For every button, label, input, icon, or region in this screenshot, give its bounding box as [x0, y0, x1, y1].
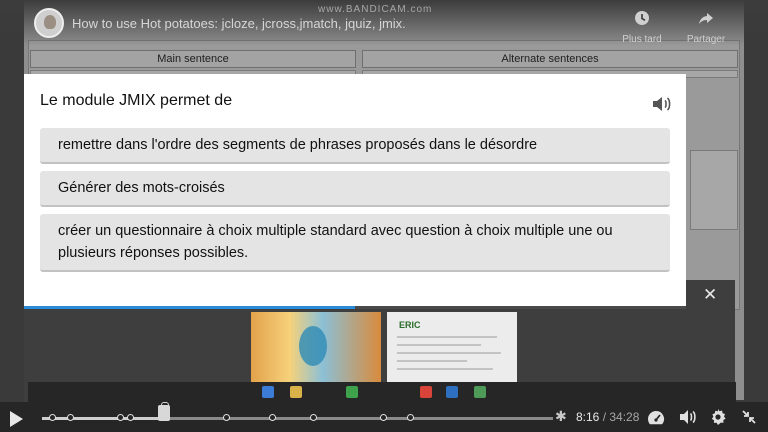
- answer-option[interactable]: Générer des mots-croisés: [40, 171, 670, 207]
- play-icon[interactable]: [10, 411, 23, 427]
- share-label: Partager: [686, 34, 726, 45]
- channel-avatar[interactable]: [34, 8, 64, 38]
- time-separator: /: [599, 410, 610, 424]
- close-icon[interactable]: ✕: [703, 286, 717, 303]
- taskbar-app-icon: [346, 386, 358, 398]
- speaker-icon[interactable]: [652, 95, 672, 113]
- alternate-sentences-header: Alternate sentences: [362, 50, 738, 68]
- time-display: 8:16 / 34:28: [576, 410, 639, 424]
- chapter-marker[interactable]: [223, 414, 231, 421]
- current-time: 8:16: [576, 410, 600, 424]
- bandicam-watermark: www.BANDICAM.com: [318, 4, 433, 15]
- chapter-marker[interactable]: [116, 414, 124, 421]
- speed-icon[interactable]: [647, 409, 665, 425]
- taskbar-app-icon: [420, 386, 432, 398]
- side-panel: [690, 150, 738, 230]
- quiz-progress-bar: [24, 306, 686, 309]
- related-video-thumbnail[interactable]: [387, 312, 517, 384]
- chapter-marker[interactable]: [407, 414, 415, 421]
- watch-later-button[interactable]: Plus tard: [612, 10, 672, 45]
- watch-later-label: Plus tard: [622, 34, 662, 45]
- share-button[interactable]: Partager: [676, 10, 736, 45]
- quiz-progress-fill: [24, 306, 355, 309]
- sparkle-icon[interactable]: ✱: [555, 408, 567, 425]
- taskbar-app-icon: [262, 386, 274, 398]
- taskbar-app-icon: [446, 386, 458, 398]
- volume-icon[interactable]: [679, 409, 697, 425]
- chapter-marker[interactable]: [269, 414, 277, 421]
- seek-played: [42, 417, 165, 420]
- seek-bar[interactable]: [42, 414, 553, 421]
- bag-icon[interactable]: [158, 402, 170, 421]
- share-icon: [676, 10, 736, 31]
- clock-icon: [612, 10, 672, 31]
- taskbar-app-icon: [290, 386, 302, 398]
- gear-icon[interactable]: [710, 409, 728, 425]
- quiz-card: Le module JMIX permet de remettre dans l…: [24, 74, 686, 309]
- answer-option[interactable]: remettre dans l'ordre des segments de ph…: [40, 128, 670, 164]
- fullscreen-icon[interactable]: [741, 409, 759, 425]
- taskbar-app-icon: [474, 386, 486, 398]
- main-sentence-header: Main sentence: [30, 50, 356, 68]
- total-time: 34:28: [609, 410, 640, 424]
- taskbar: [28, 382, 736, 402]
- chapter-marker[interactable]: [380, 414, 388, 421]
- video-title[interactable]: How to use Hot potatoes: jcloze, jcross,…: [72, 16, 406, 31]
- answer-option[interactable]: créer un questionnaire à choix multiple …: [40, 214, 670, 272]
- chapter-marker[interactable]: [310, 414, 318, 421]
- quiz-question: Le module JMIX permet de: [40, 92, 233, 109]
- related-video-thumbnail[interactable]: [251, 312, 381, 384]
